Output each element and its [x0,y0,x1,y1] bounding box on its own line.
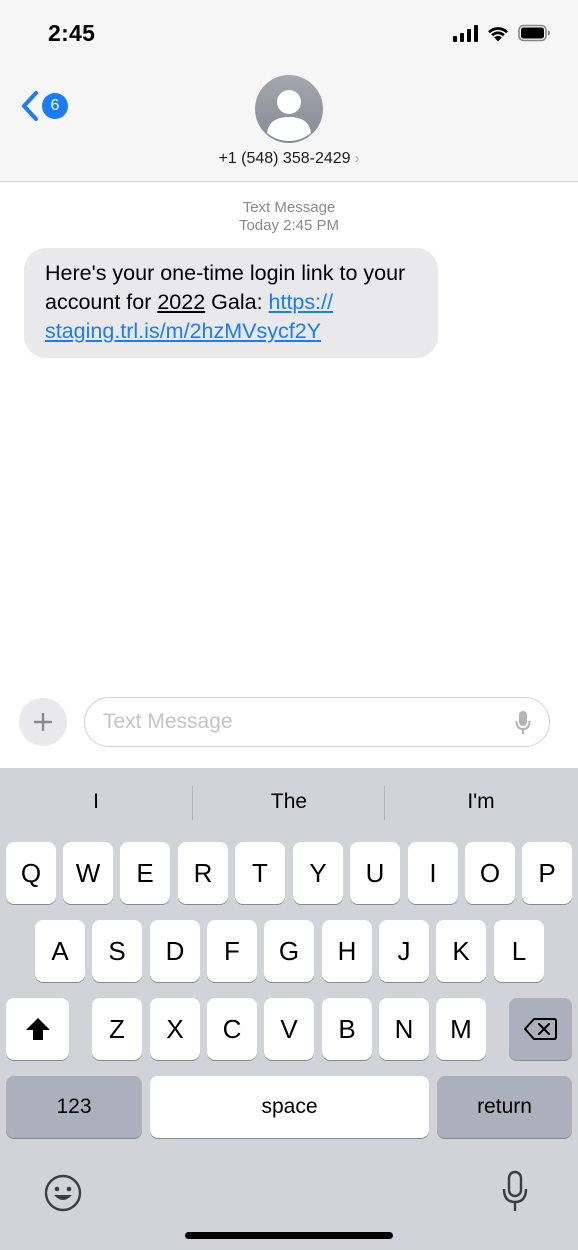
person-icon [267,90,311,141]
status-bar: 2:45 [0,0,578,70]
key-z[interactable]: Z [92,998,142,1060]
shift-icon [25,1018,50,1040]
numbers-key[interactable]: 123 [6,1076,142,1138]
contact-avatar[interactable] [255,75,323,143]
keyboard: I The I'm Q W E R T Y U I O P A S D F G … [0,768,578,1250]
contact-number: +1 (548) 358-2429 [218,150,351,167]
message-time: Today 2:45 PM [238,217,340,234]
key-h[interactable]: H [322,920,372,982]
key-x[interactable]: X [150,998,200,1060]
key-f[interactable]: F [207,920,257,982]
suggestion-2[interactable]: The [193,790,385,814]
key-s[interactable]: S [92,920,142,982]
key-m[interactable]: M [436,998,486,1060]
battery-icon [518,24,550,42]
back-chevron-icon [22,91,38,121]
key-o[interactable]: O [465,842,515,904]
key-j[interactable]: J [379,920,429,982]
key-y[interactable]: Y [293,842,343,904]
key-n[interactable]: N [379,998,429,1060]
key-a[interactable]: A [35,920,85,982]
home-indicator [185,1232,393,1239]
status-icons [453,24,552,42]
key-v[interactable]: V [264,998,314,1060]
delete-icon [523,1018,557,1040]
chevron-right-icon: › [354,150,360,167]
message-input-container[interactable] [84,697,550,747]
key-e[interactable]: E [120,842,170,904]
key-u[interactable]: U [350,842,400,904]
suggestion-1[interactable]: I [0,790,192,814]
emoji-icon[interactable] [44,1174,82,1212]
message-date-detector[interactable]: 2022 [157,290,205,314]
key-g[interactable]: G [264,920,314,982]
message-timestamp: Text Message Today 2:45 PM [0,199,578,235]
unread-badge: 6 [42,93,68,119]
key-k[interactable]: K [436,920,486,982]
space-key[interactable]: space [150,1076,429,1138]
predictive-bar: I The I'm [0,768,578,838]
mic-icon[interactable] [515,710,531,736]
delete-key[interactable] [509,998,572,1060]
wifi-icon [488,27,508,42]
conversation-header: 6 +1 (548) 358-2429 › [0,70,578,182]
signal-icon [453,24,478,42]
key-l[interactable]: L [494,920,544,982]
key-q[interactable]: Q [6,842,56,904]
message-type-label: Text Message [242,199,336,216]
status-time: 2:45 [48,20,96,46]
key-t[interactable]: T [235,842,285,904]
return-key[interactable]: return [437,1076,572,1138]
key-b[interactable]: B [322,998,372,1060]
message-input[interactable] [103,710,503,734]
message-text-2: Gala: [205,290,269,314]
message-bubble[interactable]: Here's your one-time login link to your … [8,248,438,358]
suggestion-3[interactable]: I'm [385,790,577,814]
dictation-icon[interactable] [501,1170,529,1214]
contact-name-button[interactable]: +1 (548) 358-2429 › [0,150,578,168]
key-r[interactable]: R [178,842,228,904]
key-p[interactable]: P [522,842,572,904]
apps-plus-button[interactable] [19,698,67,746]
key-c[interactable]: C [207,998,257,1060]
key-i[interactable]: I [408,842,458,904]
shift-key[interactable] [6,998,69,1060]
plus-icon [33,712,53,732]
back-button[interactable]: 6 [20,90,68,122]
key-w[interactable]: W [63,842,113,904]
key-d[interactable]: D [150,920,200,982]
